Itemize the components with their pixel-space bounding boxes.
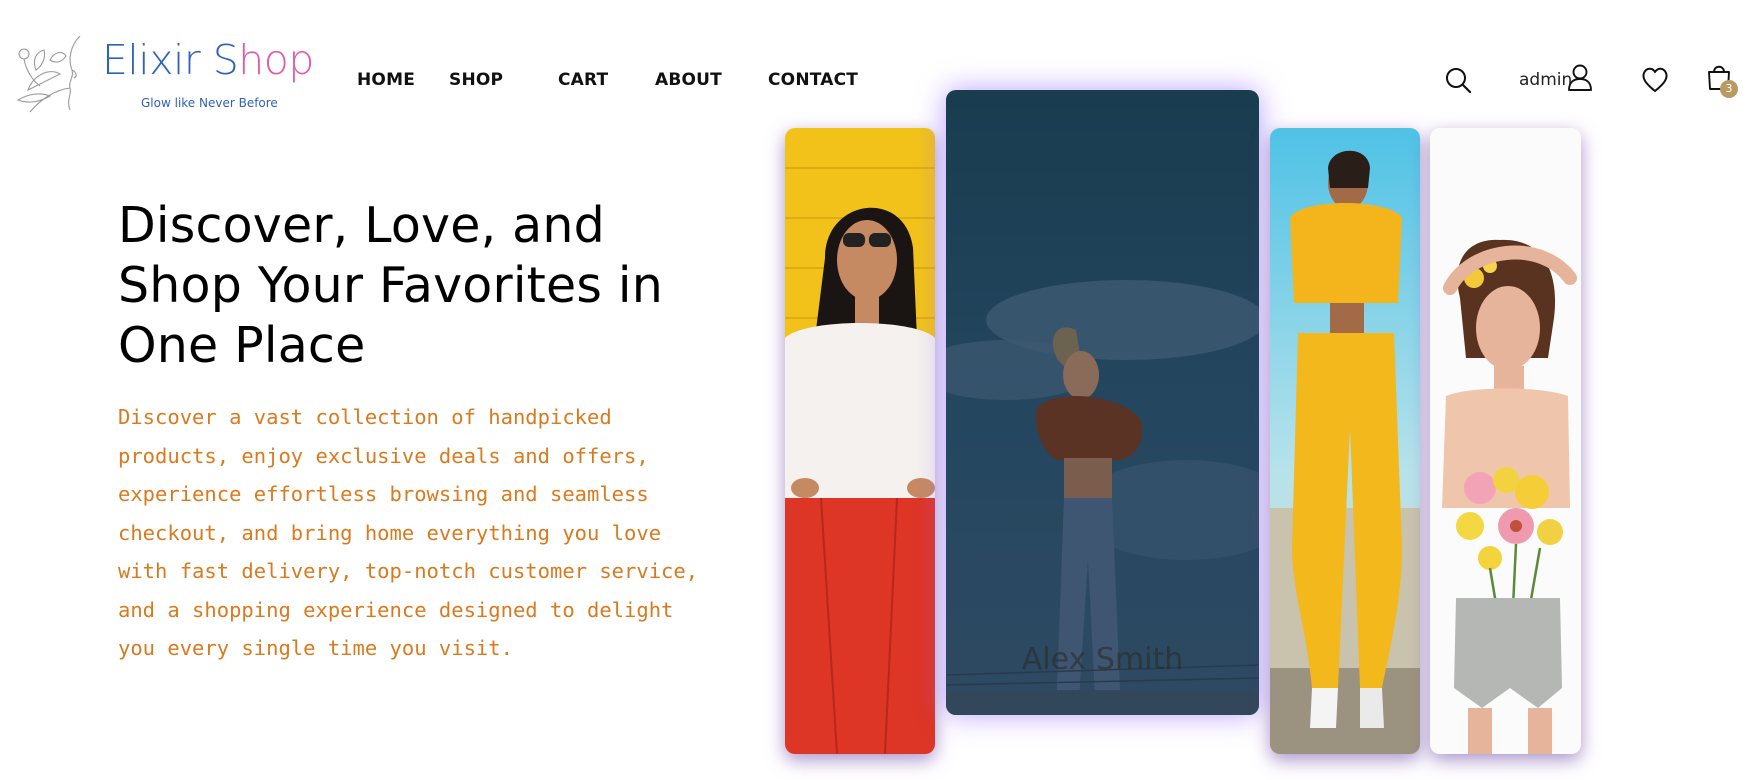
hero-title: Discover, Love, and Shop Your Favorites … <box>118 197 663 374</box>
featured-caption: Alex Smith <box>1021 642 1184 677</box>
flower-face-logo-icon <box>16 35 81 113</box>
nav-shop[interactable]: SHOP <box>449 70 503 90</box>
brand-logo[interactable]: Elixir Shop Glow like Never Before <box>10 30 314 114</box>
woman-flowers-photo <box>1430 128 1581 754</box>
brand-name-part1: Elixir S <box>102 36 239 84</box>
gallery-card-featured[interactable]: Alex Smith <box>946 90 1259 715</box>
nav-home[interactable]: HOME <box>357 70 415 90</box>
search-icon[interactable] <box>1444 66 1472 94</box>
brand-name-part2: hop <box>238 36 314 84</box>
brand-tagline: Glow like Never Before <box>141 96 278 110</box>
woman-yellow-tracksuit-photo <box>1270 128 1420 754</box>
hero-description: Discover a vast collection of handpicked… <box>118 405 699 660</box>
nav-about[interactable]: ABOUT <box>655 70 722 90</box>
admin-label: admin <box>1519 70 1573 90</box>
gallery-card-flowers[interactable] <box>1430 128 1581 754</box>
nav-cart[interactable]: CART <box>558 70 608 90</box>
gallery-card-yellow-wall[interactable] <box>785 128 935 754</box>
cart-count-badge: 3 <box>1720 80 1738 98</box>
user-icon <box>1567 63 1593 91</box>
brand-name: Elixir Shop <box>102 40 314 81</box>
heart-icon[interactable] <box>1641 67 1669 93</box>
gallery-card-yellow-tracksuit[interactable] <box>1270 128 1420 754</box>
woman-red-pants-photo <box>785 128 935 754</box>
nav-contact[interactable]: CONTACT <box>768 70 858 90</box>
woman-sky-photo <box>946 90 1259 715</box>
